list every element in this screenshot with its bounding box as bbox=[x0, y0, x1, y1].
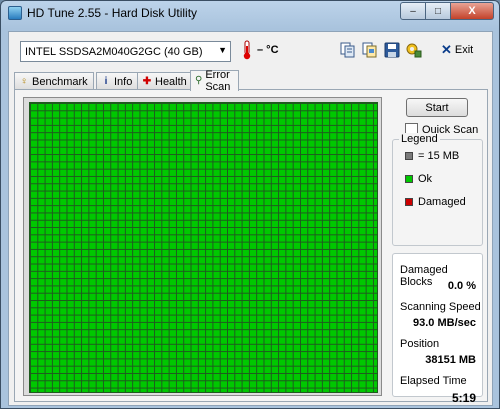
window-title: HD Tune 2.55 - Hard Disk Utility bbox=[27, 6, 198, 20]
thermometer-icon bbox=[243, 40, 251, 60]
scan-grid-frame bbox=[23, 97, 382, 396]
app-icon bbox=[8, 6, 22, 20]
maximize-button[interactable]: □ bbox=[426, 2, 451, 20]
save-icon[interactable] bbox=[383, 41, 401, 59]
ok-swatch bbox=[405, 175, 413, 183]
scan-stats-panel: Damaged Blocks 0.0 % Scanning Speed 93.0… bbox=[392, 253, 483, 405]
legend-label: Damaged bbox=[418, 196, 466, 208]
copy-screen-icon[interactable] bbox=[361, 41, 379, 59]
tab-info[interactable]: i Info bbox=[96, 72, 139, 90]
copy-info-icon[interactable] bbox=[339, 41, 357, 59]
tab-label: Info bbox=[114, 75, 133, 88]
elapsed-time-label: Elapsed Time bbox=[400, 375, 467, 387]
close-icon: X bbox=[468, 5, 476, 17]
tab-health[interactable]: ✚ Health bbox=[137, 72, 193, 90]
legend-group: Legend = 15 MB Ok Damaged bbox=[392, 133, 483, 246]
tab-label: Error Scan bbox=[205, 69, 231, 93]
magnifier-icon: ⚲ bbox=[195, 75, 203, 86]
error-scan-panel: Start Quick Scan Legend = 15 MB Ok Damag… bbox=[14, 89, 488, 405]
legend-item: Ok bbox=[405, 173, 432, 185]
close-button[interactable]: X bbox=[451, 2, 494, 20]
start-button[interactable]: Start bbox=[406, 98, 468, 117]
legend-item: = 15 MB bbox=[405, 150, 459, 162]
scanning-speed-value: 93.0 MB/sec bbox=[413, 317, 476, 329]
damaged-blocks-value: 0.0 % bbox=[447, 280, 476, 292]
health-icon: ✚ bbox=[142, 75, 152, 87]
title-bar[interactable]: HD Tune 2.55 - Hard Disk Utility – □ X bbox=[1, 1, 499, 25]
legend-label: Ok bbox=[418, 173, 433, 185]
legend-title: Legend bbox=[399, 133, 440, 145]
start-label: Start bbox=[425, 101, 449, 114]
chevron-down-icon: ▼ bbox=[218, 45, 227, 55]
block-size-swatch bbox=[405, 152, 413, 160]
position-label: Position bbox=[400, 338, 440, 350]
drive-dropdown-value: INTEL SSDSA2M040G2GC (40 GB) bbox=[25, 45, 203, 58]
tab-error-scan[interactable]: ⚲ Error Scan bbox=[190, 69, 240, 93]
damaged-swatch bbox=[405, 198, 413, 206]
legend-item: Damaged bbox=[405, 196, 466, 208]
elapsed-time-value: 5:19 bbox=[451, 391, 476, 405]
scan-block-grid bbox=[29, 102, 378, 393]
info-icon: i bbox=[104, 75, 108, 87]
minimize-button[interactable]: – bbox=[400, 2, 426, 20]
tab-label: Benchmark bbox=[32, 75, 88, 88]
maximize-icon: □ bbox=[434, 5, 442, 17]
tab-label: Health bbox=[155, 75, 187, 88]
minimize-icon: – bbox=[410, 5, 416, 17]
options-icon[interactable] bbox=[405, 41, 423, 59]
scanning-speed-label: Scanning Speed bbox=[400, 301, 481, 313]
position-value: 38151 MB bbox=[425, 354, 476, 366]
drive-dropdown[interactable]: INTEL SSDSA2M040G2GC (40 GB) ▼ bbox=[20, 41, 231, 62]
temperature-readout: – °C bbox=[257, 44, 279, 56]
legend-label: = 15 MB bbox=[418, 150, 460, 162]
tab-benchmark[interactable]: ♀ Benchmark bbox=[14, 72, 94, 90]
exit-button[interactable]: ✕ Exit bbox=[441, 42, 473, 58]
app-window: HD Tune 2.55 - Hard Disk Utility – □ X I… bbox=[0, 0, 500, 409]
window-controls: – □ X bbox=[400, 2, 494, 20]
exit-label: Exit bbox=[454, 44, 474, 56]
exit-icon: ✕ bbox=[441, 42, 452, 57]
benchmark-icon: ♀ bbox=[20, 75, 28, 87]
client-area: INTEL SSDSA2M040G2GC (40 GB) ▼ – °C ✕ Ex… bbox=[8, 31, 493, 406]
